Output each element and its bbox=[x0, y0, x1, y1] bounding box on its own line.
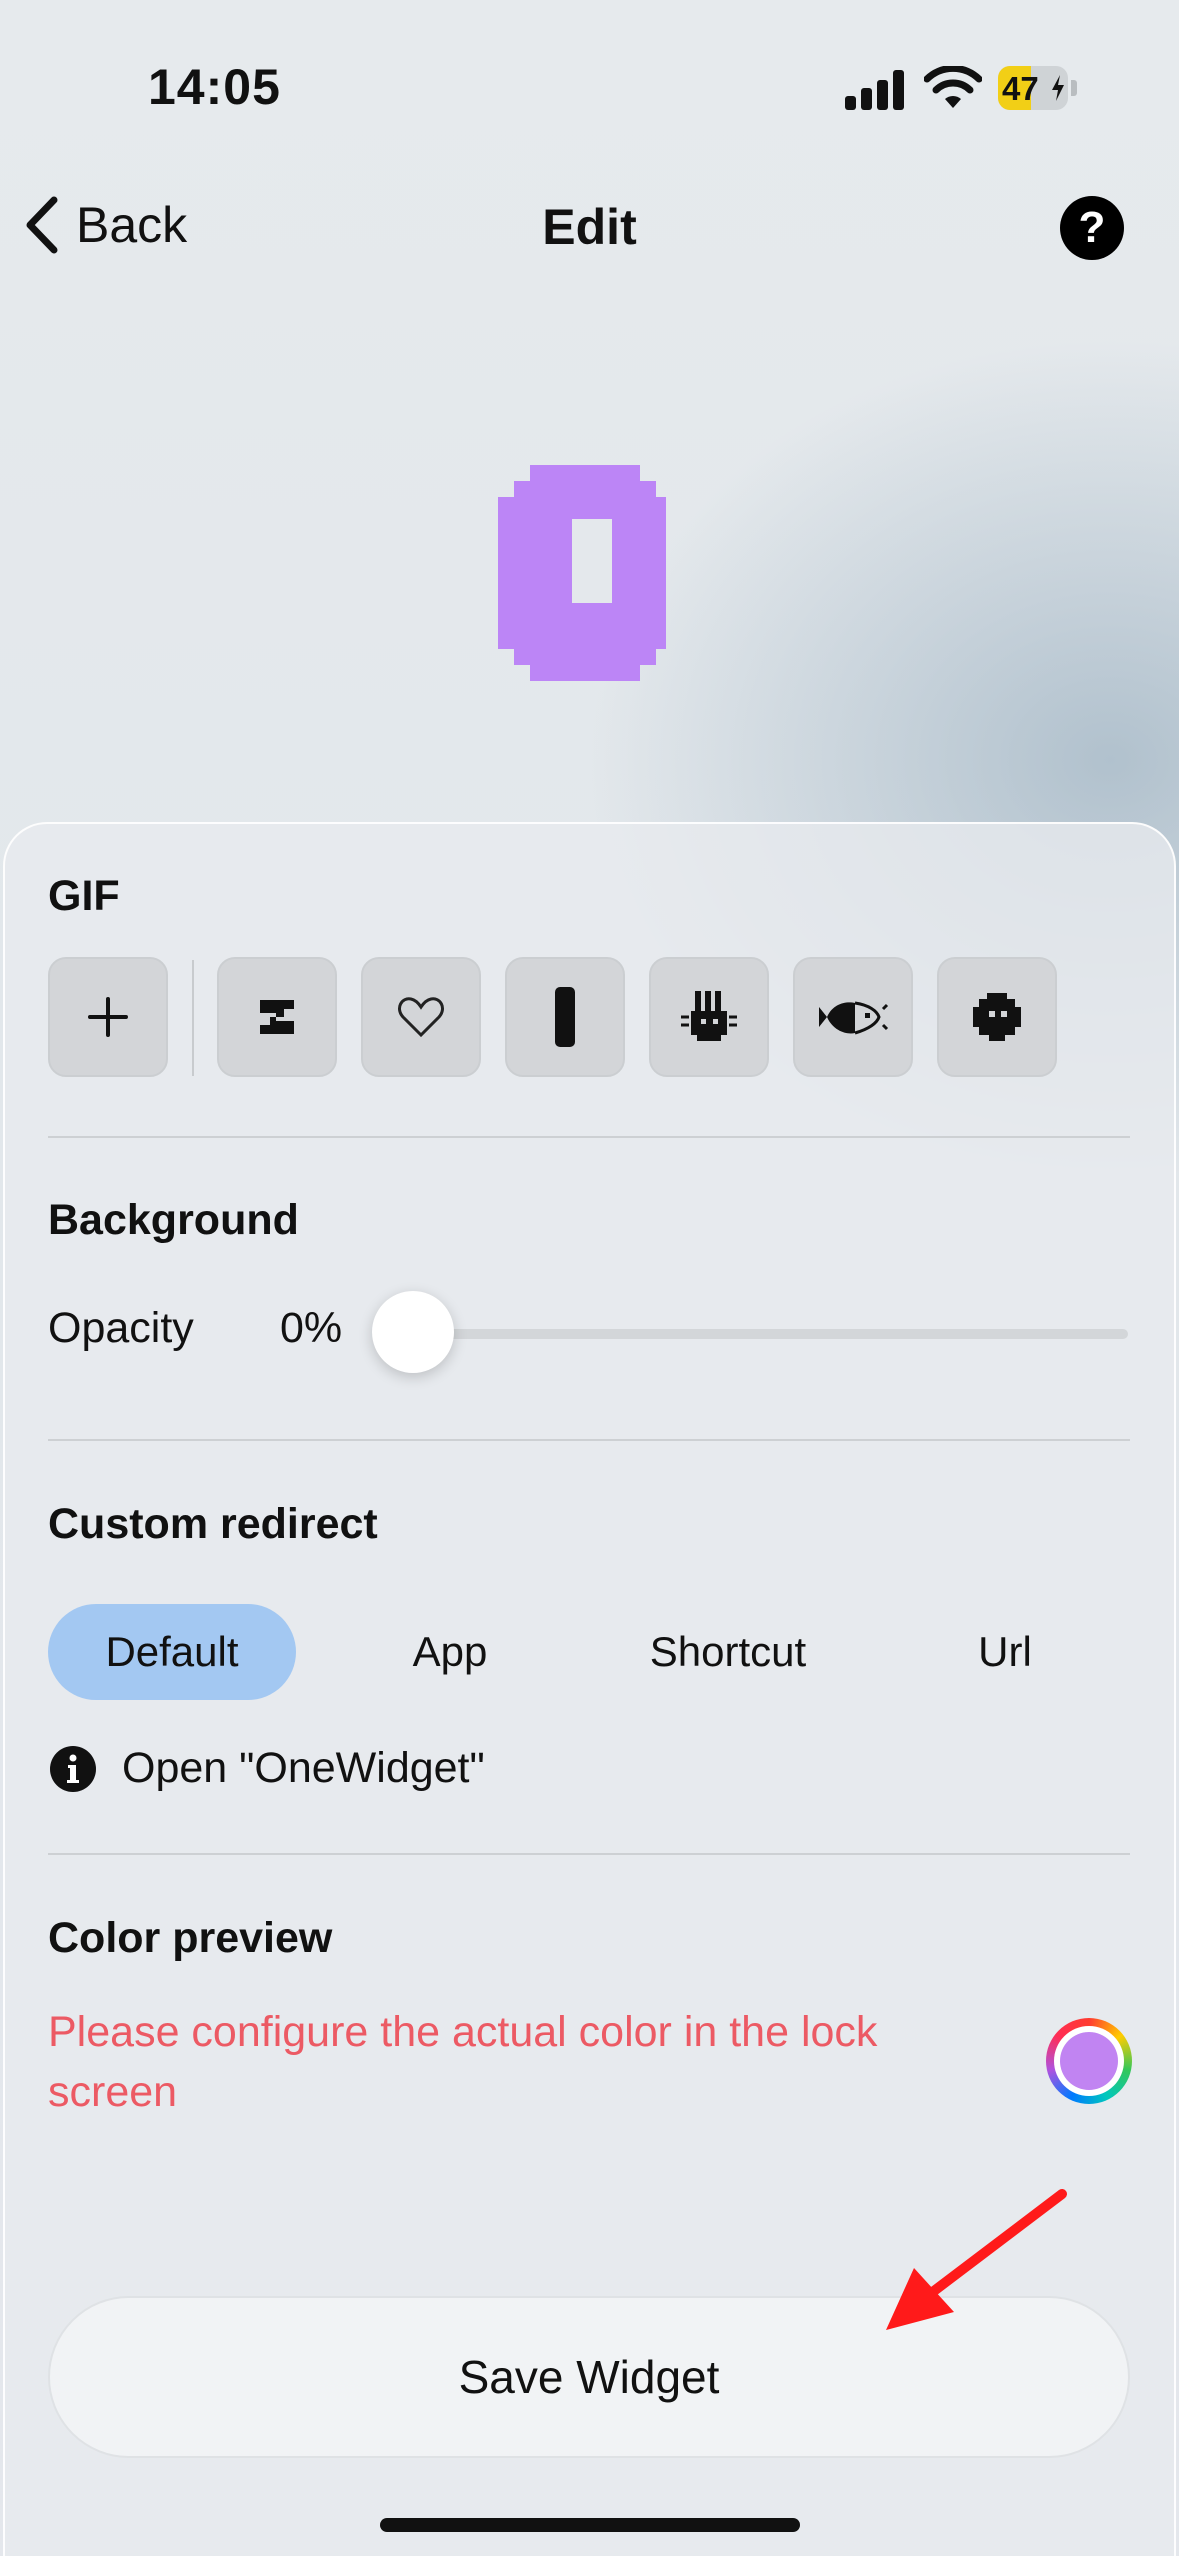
gif-tile-cat[interactable] bbox=[649, 957, 769, 1077]
info-icon bbox=[50, 1745, 96, 1792]
redirect-option-shortcut[interactable]: Shortcut bbox=[610, 1604, 846, 1700]
redirect-option-url[interactable]: Url bbox=[930, 1604, 1080, 1700]
divider bbox=[48, 1853, 1130, 1855]
chick-icon bbox=[973, 993, 1021, 1041]
color-warning-text: Please configure the actual color in the… bbox=[48, 2008, 878, 2116]
gif-section-title: GIF bbox=[48, 872, 120, 920]
battery-percent: 47 bbox=[1002, 70, 1039, 107]
opacity-slider-thumb[interactable] bbox=[372, 1291, 454, 1373]
color-swatch-button[interactable] bbox=[1046, 2018, 1132, 2104]
charging-bolt-icon bbox=[1052, 75, 1064, 101]
annotation-arrow-icon bbox=[886, 2189, 1067, 2330]
redirect-info: Open "OneWidget" bbox=[50, 1744, 485, 1793]
gif-divider bbox=[192, 960, 194, 1076]
status-time: 14:05 bbox=[148, 59, 281, 115]
redirect-option-default[interactable]: Default bbox=[48, 1604, 296, 1700]
pill-bar-icon bbox=[555, 987, 575, 1047]
redirect-info-text: Open "OneWidget" bbox=[122, 1744, 485, 1792]
gif-tile-sleep[interactable] bbox=[217, 957, 337, 1077]
help-button[interactable]: ? bbox=[1060, 196, 1124, 260]
sleep-z-icon bbox=[260, 1000, 294, 1034]
divider bbox=[48, 1439, 1130, 1441]
wifi-icon bbox=[924, 66, 982, 108]
redirect-option-app[interactable]: App bbox=[370, 1604, 530, 1700]
divider bbox=[48, 1136, 1130, 1138]
opacity-slider-track[interactable] bbox=[372, 1329, 1128, 1339]
cellular-signal-icon bbox=[845, 70, 905, 110]
heart-outline-icon bbox=[398, 997, 444, 1038]
add-icon bbox=[88, 997, 128, 1037]
opacity-label: Opacity bbox=[48, 1304, 194, 1352]
widget-preview bbox=[498, 465, 666, 681]
cat-icon bbox=[681, 991, 737, 1041]
battery-icon: 47 bbox=[998, 66, 1078, 110]
fish-icon bbox=[819, 1001, 889, 1035]
add-gif-button[interactable] bbox=[48, 957, 168, 1077]
opacity-value: 0% bbox=[280, 1304, 343, 1352]
gif-tile-chick[interactable] bbox=[937, 957, 1057, 1077]
color-preview-section-title: Color preview bbox=[48, 1914, 333, 1962]
background-section-title: Background bbox=[48, 1196, 299, 1244]
home-indicator bbox=[380, 2518, 800, 2532]
redirect-section-title: Custom redirect bbox=[48, 1500, 378, 1548]
gif-tile-pill[interactable] bbox=[505, 957, 625, 1077]
page-title: Edit bbox=[542, 199, 637, 255]
gif-tile-heart[interactable] bbox=[361, 957, 481, 1077]
gif-tile-fish[interactable] bbox=[793, 957, 913, 1077]
